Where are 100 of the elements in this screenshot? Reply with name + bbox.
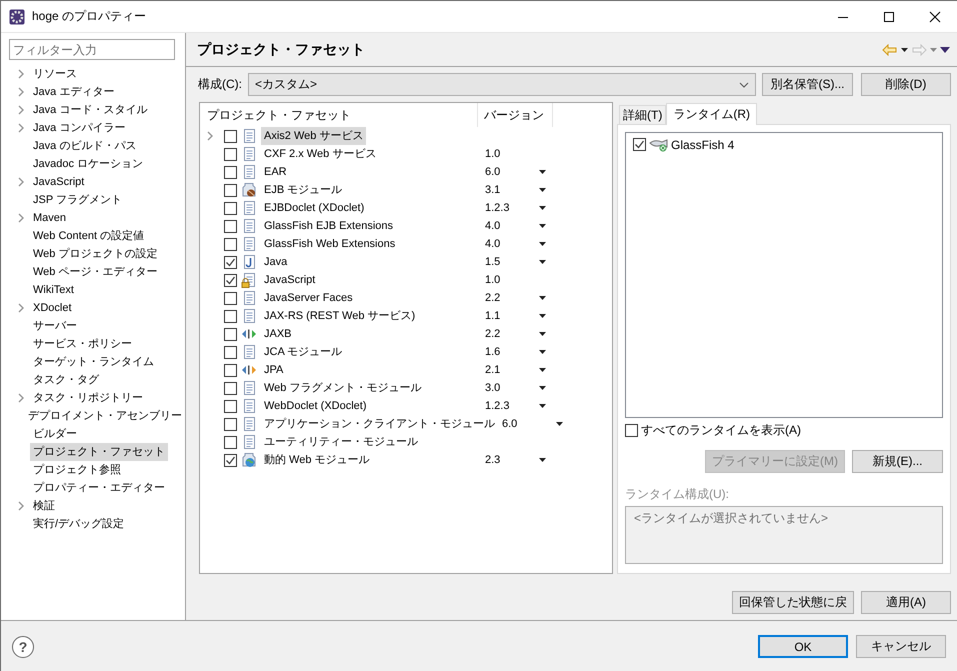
facet-name[interactable]: JavaScript — [261, 271, 318, 289]
facet-name[interactable]: 動的 Web モジュール — [261, 451, 373, 469]
facet-name[interactable]: GlassFish EJB Extensions — [261, 217, 396, 235]
facet-name[interactable]: EAR — [261, 163, 290, 181]
help-button[interactable]: ? — [12, 636, 34, 658]
tree-item[interactable]: ビルダー — [33, 425, 80, 443]
dropdown-caret-icon[interactable] — [539, 404, 546, 408]
facet-name[interactable]: Web フラグメント・モジュール — [261, 379, 424, 397]
expand-chevron-icon[interactable] — [17, 87, 25, 97]
version-value[interactable]: 2.1 — [485, 364, 539, 376]
checkbox[interactable] — [224, 238, 237, 250]
expand-chevron-icon[interactable] — [17, 123, 25, 133]
facet-name[interactable]: GlassFish Web Extensions — [261, 235, 398, 253]
version-value[interactable]: 3.0 — [485, 382, 539, 394]
version-value[interactable]: 6.0 — [485, 166, 539, 178]
checkbox[interactable] — [224, 418, 237, 430]
button[interactable]: 削除(D) — [861, 73, 951, 96]
button[interactable]: 適用(A) — [861, 591, 951, 614]
version-value[interactable]: 1.6 — [485, 346, 539, 358]
tree-item[interactable]: WikiText — [33, 281, 77, 299]
expand-chevron-icon[interactable] — [17, 177, 25, 187]
chevron-down-icon[interactable] — [739, 82, 749, 88]
tree-item[interactable]: Java コード・スタイル — [33, 101, 150, 119]
facet-name[interactable]: Java — [261, 253, 290, 271]
dropdown-caret-icon[interactable] — [539, 260, 546, 264]
tree-item[interactable]: 実行/デバッグ設定 — [33, 515, 128, 533]
version-value[interactable]: 1.0 — [485, 274, 539, 286]
checkbox[interactable] — [224, 364, 237, 376]
version-value[interactable]: 6.0 — [502, 418, 556, 430]
expand-chevron-icon[interactable] — [17, 393, 25, 403]
facet-name[interactable]: CXF 2.x Web サービス — [261, 145, 380, 163]
checkbox[interactable] — [224, 256, 237, 268]
checkbox-label[interactable]: すべてのランタイムを表示(A) — [641, 422, 801, 439]
tree-item[interactable]: プロジェクト参照 — [33, 461, 124, 479]
tree-item[interactable]: Java のビルド・パス — [33, 137, 140, 155]
facet-name[interactable]: EJBDoclet (XDoclet) — [261, 199, 368, 217]
checkbox[interactable] — [224, 328, 237, 340]
tree-item[interactable]: 検証 — [33, 497, 58, 515]
version-value[interactable]: 4.0 — [485, 238, 539, 250]
checkbox[interactable] — [224, 184, 237, 196]
checkbox[interactable] — [625, 424, 638, 437]
version-value[interactable]: 1.2.3 — [485, 202, 539, 214]
runtime-name[interactable]: GlassFish 4 — [671, 138, 734, 152]
checkbox[interactable] — [224, 292, 237, 304]
expand-chevron-icon[interactable] — [17, 69, 25, 79]
dropdown-caret-icon[interactable] — [539, 206, 546, 210]
checkbox[interactable] — [224, 148, 237, 160]
tree-item[interactable]: リソース — [33, 65, 80, 83]
dropdown-caret-icon[interactable] — [539, 368, 546, 372]
tree-item[interactable]: ターゲット・ランタイム — [33, 353, 157, 371]
version-value[interactable]: 1.1 — [485, 310, 539, 322]
tree-item[interactable]: タスク・リポジトリー — [33, 389, 146, 407]
button[interactable]: OK — [758, 635, 848, 658]
version-value[interactable]: 4.0 — [485, 220, 539, 232]
tree-item[interactable]: Maven — [33, 209, 70, 227]
version-value[interactable]: 2.3 — [485, 454, 539, 466]
tree-item[interactable]: JavaScript — [33, 173, 88, 191]
tree-item[interactable]: Java コンパイラー — [33, 119, 128, 137]
checkbox[interactable] — [224, 382, 237, 394]
dropdown-caret-icon[interactable] — [539, 188, 546, 192]
facet-name[interactable]: JavaServer Faces — [261, 289, 356, 307]
dropdown-caret-icon[interactable] — [539, 350, 546, 354]
button[interactable]: 新規(E)... — [852, 450, 943, 473]
expand-chevron-icon[interactable] — [17, 303, 25, 313]
version-value[interactable]: 1.5 — [485, 256, 539, 268]
version-value[interactable]: 1.2.3 — [485, 400, 539, 412]
view-menu-icon[interactable] — [940, 46, 950, 52]
dropdown-caret-icon[interactable] — [539, 296, 546, 300]
tree-item[interactable]: サービス・ポリシー — [33, 335, 135, 353]
facet-name[interactable]: WebDoclet (XDoclet) — [261, 397, 370, 415]
tree-item[interactable]: Java エディター — [33, 83, 118, 101]
dropdown-caret-icon[interactable] — [539, 224, 546, 228]
tree-item[interactable]: プロジェクト・ファセット — [30, 443, 168, 461]
facet-name[interactable]: JAX-RS (REST Web サービス) — [261, 307, 418, 325]
checkbox[interactable] — [224, 274, 237, 286]
configuration-dropdown[interactable]: <カスタム> — [248, 73, 756, 96]
expand-chevron-icon[interactable] — [206, 131, 214, 141]
facet-name[interactable]: アプリケーション・クライアント・モジュール — [261, 415, 498, 433]
tree-item[interactable]: Javadoc ロケーション — [33, 155, 146, 173]
expand-chevron-icon[interactable] — [17, 501, 25, 511]
expand-chevron-icon[interactable] — [17, 213, 25, 223]
dropdown-caret-icon[interactable] — [539, 332, 546, 336]
tab[interactable]: 詳細(T) — [619, 105, 666, 124]
filter-field[interactable]: フィルター入力 — [9, 39, 175, 60]
dropdown-caret-icon[interactable] — [539, 386, 546, 390]
tree-item[interactable]: JSP フラグメント — [33, 191, 126, 209]
checkbox[interactable] — [224, 436, 237, 448]
facet-name[interactable]: EJB モジュール — [261, 181, 346, 199]
facet-name[interactable]: JAXB — [261, 325, 295, 343]
button[interactable]: 別名保管(S)... — [762, 73, 853, 96]
tree-item[interactable]: Web Content の設定値 — [33, 227, 148, 245]
dropdown-caret-icon[interactable] — [556, 422, 563, 426]
version-value[interactable]: 2.2 — [485, 328, 539, 340]
facet-name[interactable]: Axis2 Web サービス — [261, 127, 366, 145]
expand-chevron-icon[interactable] — [17, 105, 25, 115]
version-value[interactable]: 1.0 — [485, 148, 539, 160]
tree-item[interactable]: タスク・タグ — [33, 371, 102, 389]
version-value[interactable]: 3.1 — [485, 184, 539, 196]
tree-item[interactable]: デプロイメント・アセンブリー — [28, 407, 185, 425]
checkbox[interactable] — [224, 166, 237, 178]
